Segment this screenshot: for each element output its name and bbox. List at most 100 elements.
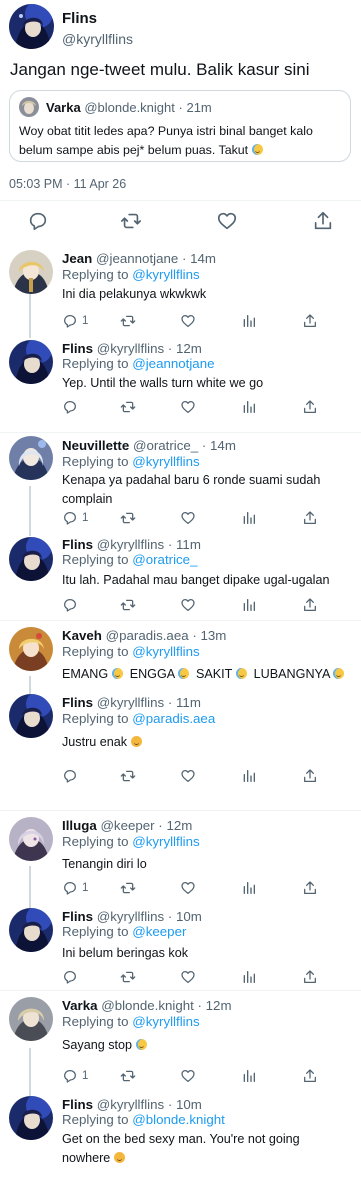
retweet-button[interactable]: [120, 1067, 136, 1085]
share-button[interactable]: [302, 312, 318, 330]
mention-link[interactable]: @blonde.knight: [132, 1112, 225, 1127]
reply-age[interactable]: 10m: [176, 1097, 202, 1112]
mention-link[interactable]: @jeannotjane: [132, 356, 214, 371]
share-button[interactable]: [312, 210, 334, 232]
mention-link[interactable]: @kyryllflins: [132, 834, 199, 849]
retweet-button[interactable]: [120, 879, 136, 897]
mention-link[interactable]: @oratrice_: [132, 552, 197, 567]
retweet-button[interactable]: [120, 398, 136, 416]
reply-author-handle[interactable]: @kyryllflins: [97, 537, 164, 552]
like-button[interactable]: [180, 312, 196, 330]
retweet-button[interactable]: [120, 968, 136, 986]
share-button[interactable]: [302, 767, 318, 785]
views-button[interactable]: [241, 596, 257, 614]
views-button[interactable]: [241, 398, 257, 416]
tweet-timestamp[interactable]: 05:03 PM · 11 Apr 26: [9, 177, 126, 191]
mention-link[interactable]: @paradis.aea: [132, 711, 215, 726]
reply-author-name[interactable]: Varka: [62, 998, 98, 1013]
mention-link[interactable]: @kyryllflins: [132, 644, 199, 659]
reply-author-handle[interactable]: @paradis.aea: [106, 628, 189, 643]
reply-age[interactable]: 12m: [166, 818, 192, 833]
reply-age[interactable]: 13m: [200, 628, 226, 643]
share-button[interactable]: [302, 968, 318, 986]
mention-link[interactable]: @keeper: [132, 924, 186, 939]
reply-avatar[interactable]: [9, 1096, 53, 1140]
reply-author-handle[interactable]: @kyryllflins: [97, 1097, 164, 1112]
reply-tweet[interactable]: Flins @kyryllflins · 10m Replying to @bl…: [0, 1094, 361, 1200]
like-button[interactable]: [180, 398, 196, 416]
author-avatar[interactable]: [9, 4, 54, 49]
like-button[interactable]: [180, 1067, 196, 1085]
views-button[interactable]: [241, 509, 257, 527]
views-button[interactable]: [241, 767, 257, 785]
reply-avatar[interactable]: [9, 537, 53, 581]
reply-button[interactable]: [62, 398, 78, 416]
reply-author-handle[interactable]: @keeper: [100, 818, 154, 833]
views-button[interactable]: [241, 1067, 257, 1085]
reply-avatar[interactable]: [9, 627, 53, 671]
reply-author-handle[interactable]: @jeannotjane: [96, 251, 178, 266]
reply-avatar[interactable]: [9, 997, 53, 1041]
share-button[interactable]: [302, 398, 318, 416]
reply-author-name[interactable]: Flins: [62, 1097, 93, 1112]
reply-button[interactable]: [62, 968, 78, 986]
reply-tweet[interactable]: Flins @kyryllflins · 11m Replying to @pa…: [0, 690, 361, 790]
share-button[interactable]: [302, 879, 318, 897]
quoted-tweet[interactable]: Varka @blonde.knight · 21m Woy obat titi…: [9, 90, 351, 162]
reply-author-name[interactable]: Kaveh: [62, 628, 102, 643]
share-button[interactable]: [302, 1067, 318, 1085]
reply-button[interactable]: [27, 210, 49, 232]
reply-author-handle[interactable]: @kyryllflins: [97, 909, 164, 924]
reply-tweet[interactable]: Neuvillette @oratrice_ · 14m Replying to…: [0, 432, 361, 532]
mention-link[interactable]: @kyryllflins: [132, 454, 199, 469]
reply-avatar[interactable]: [9, 340, 53, 384]
reply-age[interactable]: 11m: [176, 695, 201, 710]
reply-age[interactable]: 12m: [176, 341, 202, 356]
reply-author-handle[interactable]: @kyryllflins: [97, 695, 164, 710]
reply-avatar[interactable]: [9, 817, 53, 861]
reply-author-name[interactable]: Illuga: [62, 818, 97, 833]
like-button[interactable]: [180, 509, 196, 527]
reply-age[interactable]: 11m: [176, 537, 201, 552]
reply-author-name[interactable]: Flins: [62, 909, 93, 924]
author-name[interactable]: Flins: [62, 10, 97, 27]
reply-age[interactable]: 14m: [210, 438, 236, 453]
like-button[interactable]: [180, 596, 196, 614]
views-button[interactable]: [241, 312, 257, 330]
reply-age[interactable]: 14m: [190, 251, 216, 266]
like-button[interactable]: [180, 767, 196, 785]
reply-avatar[interactable]: [9, 694, 53, 738]
reply-tweet[interactable]: Varka @blonde.knight · 12m Replying to @…: [0, 990, 361, 1094]
mention-link[interactable]: @kyryllflins: [132, 267, 199, 282]
views-button[interactable]: [241, 968, 257, 986]
reply-button[interactable]: 1: [62, 312, 88, 330]
views-button[interactable]: [241, 879, 257, 897]
retweet-button[interactable]: [120, 767, 136, 785]
retweet-button[interactable]: [120, 596, 136, 614]
reply-button[interactable]: 1: [62, 879, 88, 897]
reply-tweet[interactable]: Flins @kyryllflins · 12m Replying to @je…: [0, 336, 361, 414]
retweet-button[interactable]: [120, 210, 142, 232]
reply-avatar[interactable]: [9, 436, 53, 480]
like-button[interactable]: [180, 879, 196, 897]
reply-author-handle[interactable]: @kyryllflins: [97, 341, 164, 356]
author-handle[interactable]: @kyryllflins: [62, 31, 133, 47]
reply-avatar[interactable]: [9, 250, 53, 294]
reply-button[interactable]: 1: [62, 1067, 88, 1085]
share-button[interactable]: [302, 596, 318, 614]
reply-author-name[interactable]: Flins: [62, 341, 93, 356]
reply-author-handle[interactable]: @oratrice_: [133, 438, 198, 453]
reply-author-name[interactable]: Flins: [62, 537, 93, 552]
reply-author-name[interactable]: Flins: [62, 695, 93, 710]
mention-link[interactable]: @kyryllflins: [132, 1014, 199, 1029]
like-button[interactable]: [216, 210, 238, 232]
reply-button[interactable]: [62, 596, 78, 614]
reply-author-handle[interactable]: @blonde.knight: [101, 998, 194, 1013]
reply-tweet[interactable]: Flins @kyryllflins · 10m Replying to @ke…: [0, 902, 361, 990]
reply-avatar[interactable]: [9, 908, 53, 952]
reply-age[interactable]: 10m: [176, 909, 202, 924]
like-button[interactable]: [180, 968, 196, 986]
reply-author-name[interactable]: Neuvillette: [62, 438, 129, 453]
reply-age[interactable]: 12m: [206, 998, 232, 1013]
reply-tweet[interactable]: Illuga @keeper · 12m Replying to @kyryll…: [0, 810, 361, 902]
